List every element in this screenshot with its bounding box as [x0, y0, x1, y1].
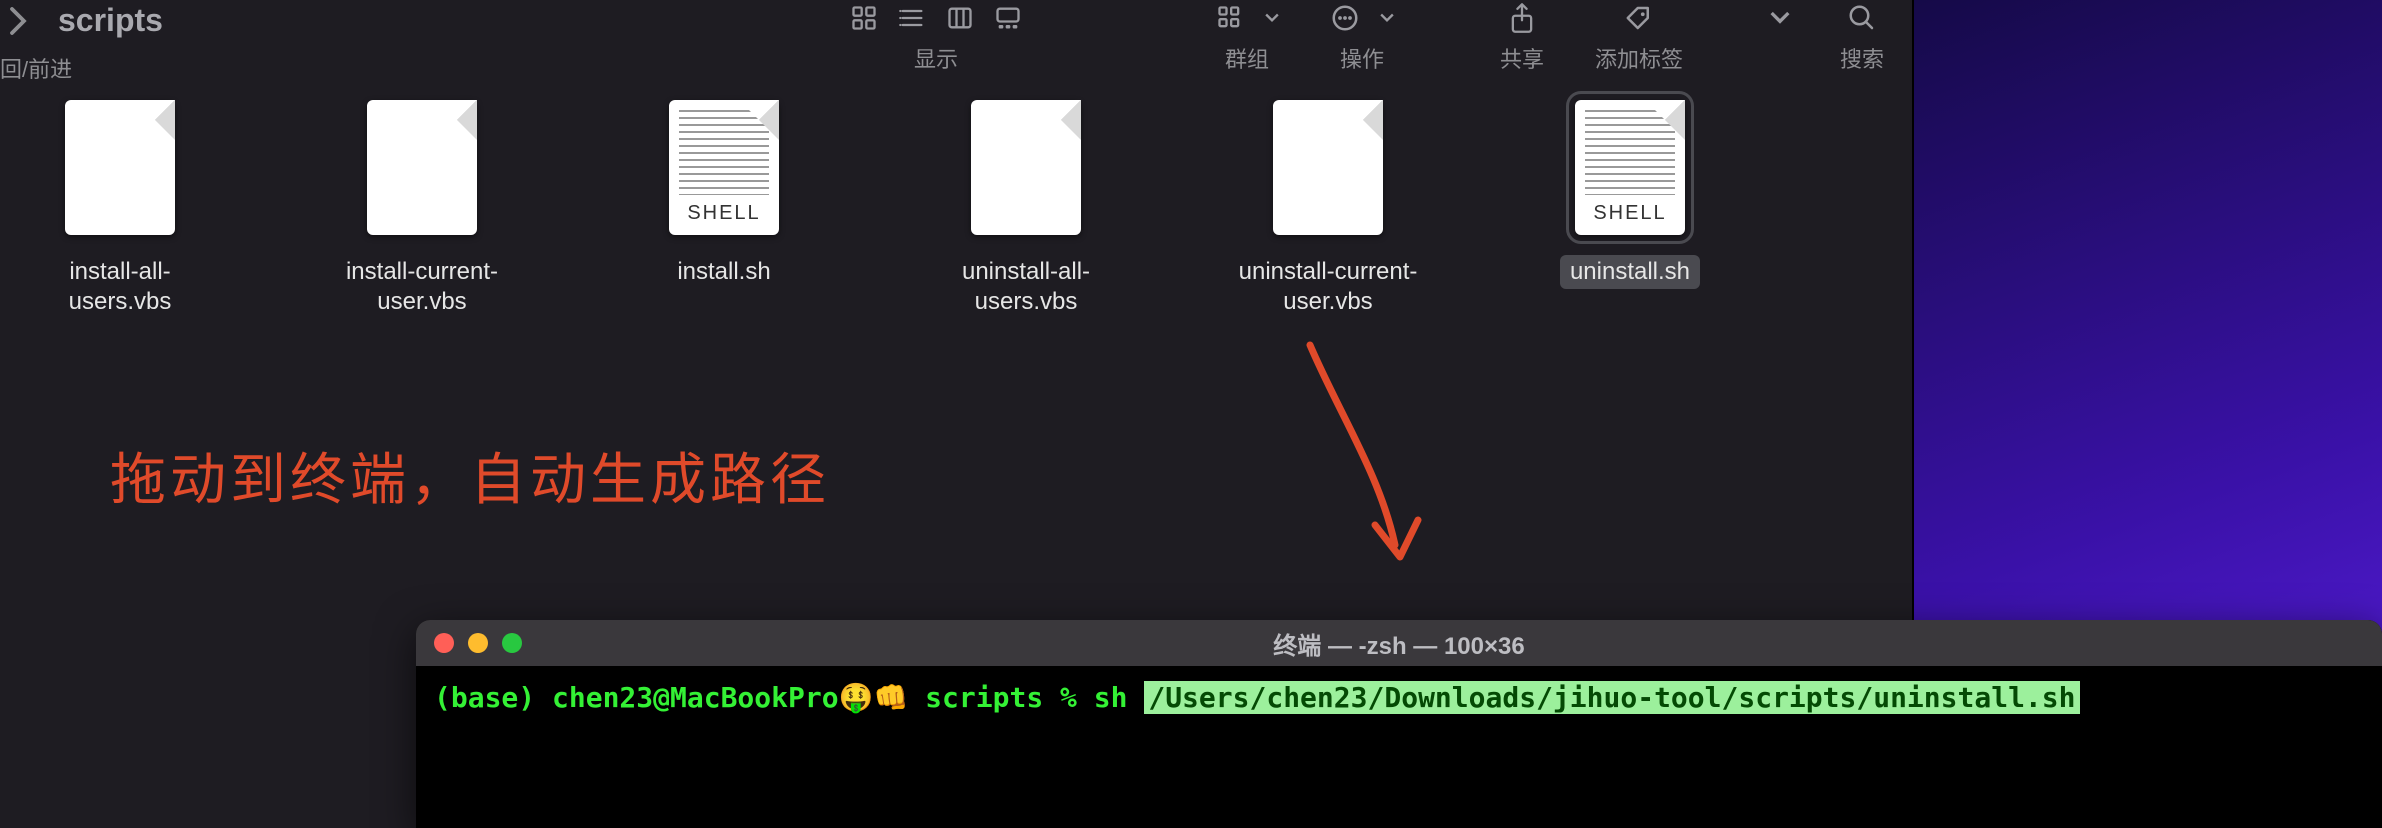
toolbar-caption-view: 显示 — [914, 42, 958, 74]
toolbar-caption-group: 群组 — [1225, 42, 1269, 74]
terminal-window[interactable]: 终端 — -zsh — 100×36 (base) chen23@MacBook… — [416, 620, 2382, 828]
file-label: uninstall-all-users.vbs — [916, 255, 1136, 319]
file-label: install.sh — [667, 255, 780, 289]
toolbar-overflow — [1770, 0, 1790, 68]
action-button[interactable] — [1330, 3, 1360, 33]
file-icon — [971, 100, 1081, 235]
view-gallery-button[interactable] — [994, 4, 1022, 32]
search-button[interactable] — [1847, 3, 1877, 33]
terminal-command: sh — [1094, 681, 1128, 714]
terminal-titlebar[interactable]: 终端 — -zsh — 100×36 — [416, 620, 2382, 666]
file-item[interactable]: uninstall-all-users.vbs — [916, 100, 1136, 319]
view-icons-button[interactable] — [850, 4, 878, 32]
annotation-text: 拖动到终端，自动生成路径 — [110, 435, 830, 516]
terminal-title: 终端 — -zsh — 100×36 — [416, 626, 2382, 661]
terminal-prompt-prefix: (base) chen23@MacBookPro — [434, 681, 839, 714]
toolbar-group-tags: 添加标签 — [1595, 0, 1683, 74]
file-label: uninstall.sh — [1560, 255, 1700, 289]
file-badge: SHELL — [669, 202, 779, 225]
folder-title: scripts — [58, 2, 163, 39]
file-item[interactable]: install-all-users.vbs — [10, 100, 230, 319]
shell-script-icon: SHELL — [669, 100, 779, 235]
terminal-prompt-symbol: % — [1060, 681, 1077, 714]
nav-forward-button[interactable] — [0, 3, 36, 39]
file-badge: SHELL — [1575, 202, 1685, 225]
chevron-right-icon — [7, 6, 29, 36]
share-button[interactable] — [1508, 2, 1536, 34]
terminal-prompt-dir: scripts — [925, 681, 1043, 714]
groupby-button[interactable] — [1215, 4, 1245, 32]
groupby-chevron-icon[interactable] — [1265, 11, 1279, 25]
annotation-arrow-icon — [1280, 335, 1440, 595]
terminal-prompt-emoji: 🤑👊 — [839, 681, 909, 714]
toolbar-caption-action: 操作 — [1340, 42, 1384, 74]
file-label: install-all-users.vbs — [10, 255, 230, 319]
toolbar-group-view: 显示 — [850, 0, 1022, 74]
toolbar-group-groupby: 群组 — [1215, 0, 1279, 74]
toolbar-caption-share: 共享 — [1500, 42, 1544, 74]
terminal-body[interactable]: (base) chen23@MacBookPro🤑👊 scripts % sh … — [416, 666, 2382, 729]
view-columns-button[interactable] — [946, 4, 974, 32]
file-item[interactable]: install-current-user.vbs — [312, 100, 532, 319]
file-icon — [367, 100, 477, 235]
shell-script-icon: SHELL — [1575, 100, 1685, 235]
action-chevron-icon[interactable] — [1380, 11, 1394, 25]
file-label: uninstall-current-user.vbs — [1218, 255, 1438, 319]
terminal-highlighted-path: /Users/chen23/Downloads/jihuo-tool/scrip… — [1144, 681, 2079, 714]
toolbar-group-share: 共享 — [1500, 0, 1544, 74]
view-list-button[interactable] — [898, 4, 926, 32]
file-icon — [1273, 100, 1383, 235]
toolbar-group-search: 搜索 — [1840, 0, 1884, 74]
toolbar-group-action: 操作 — [1330, 0, 1394, 74]
finder-toolbar: scripts 回/前进 显示 — [0, 0, 2382, 68]
file-icon — [65, 100, 175, 235]
file-grid: install-all-users.vbs install-current-use… — [0, 100, 1910, 319]
toolbar-caption-tags: 添加标签 — [1595, 42, 1683, 74]
toolbar-caption-search: 搜索 — [1840, 42, 1884, 74]
file-label: install-current-user.vbs — [312, 255, 532, 319]
file-item[interactable]: SHELL install.sh — [614, 100, 834, 319]
file-item[interactable]: uninstall-current-user.vbs — [1218, 100, 1438, 319]
tags-button[interactable] — [1623, 3, 1655, 33]
file-item[interactable]: SHELL uninstall.sh — [1520, 100, 1740, 319]
overflow-chevron-button[interactable] — [1770, 11, 1790, 25]
nav-caption: 回/前进 — [0, 52, 72, 84]
